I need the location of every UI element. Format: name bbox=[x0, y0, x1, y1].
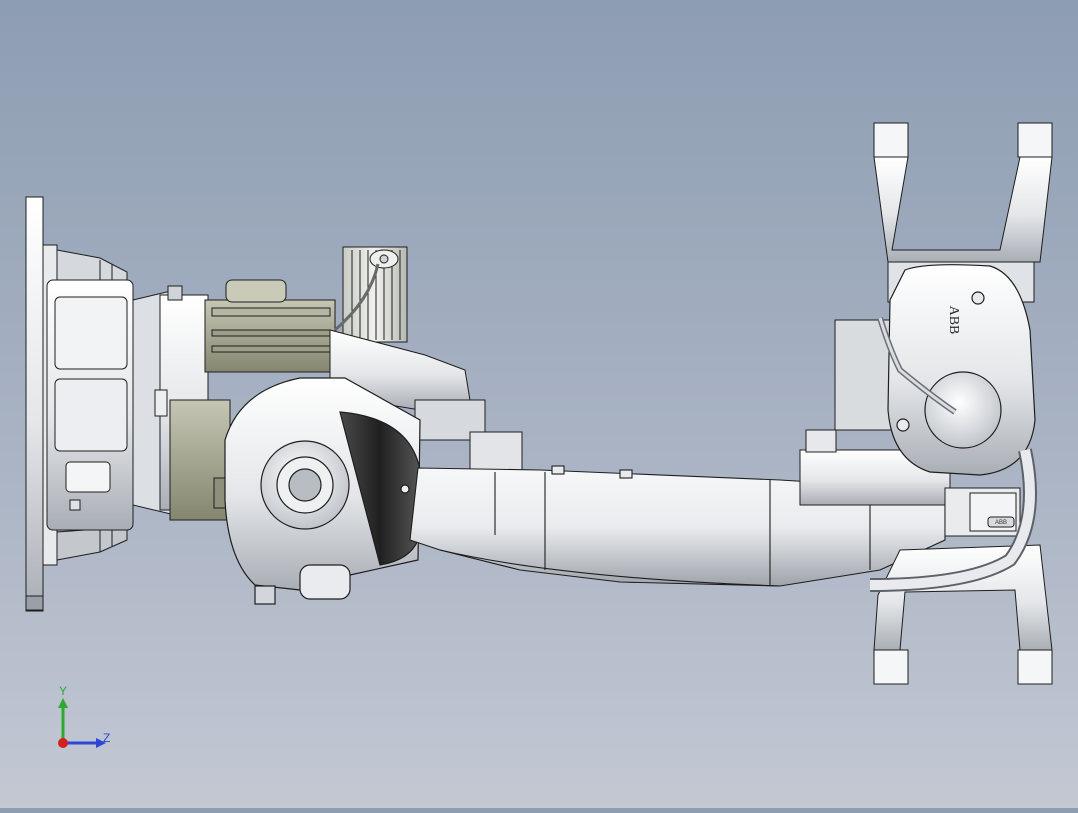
shoulder-housing bbox=[224, 377, 421, 605]
axis1-motor bbox=[334, 246, 408, 343]
abb-logo: ABB bbox=[946, 306, 961, 335]
wrist-motor-cover bbox=[877, 264, 1036, 476]
y-axis-arrow bbox=[58, 698, 68, 708]
coordinate-triad: Y Z bbox=[48, 684, 118, 756]
cad-viewport[interactable]: ABB ABB bbox=[0, 0, 1078, 808]
base-plate bbox=[25, 196, 134, 612]
x-axis-dot bbox=[58, 738, 68, 748]
part-label: ABB bbox=[995, 520, 1007, 526]
y-axis-label: Y bbox=[59, 684, 68, 698]
robot-arm-model[interactable]: ABB ABB bbox=[0, 0, 1078, 808]
z-axis-label: Z bbox=[103, 731, 111, 745]
tool-fork-bottom bbox=[873, 544, 1053, 685]
